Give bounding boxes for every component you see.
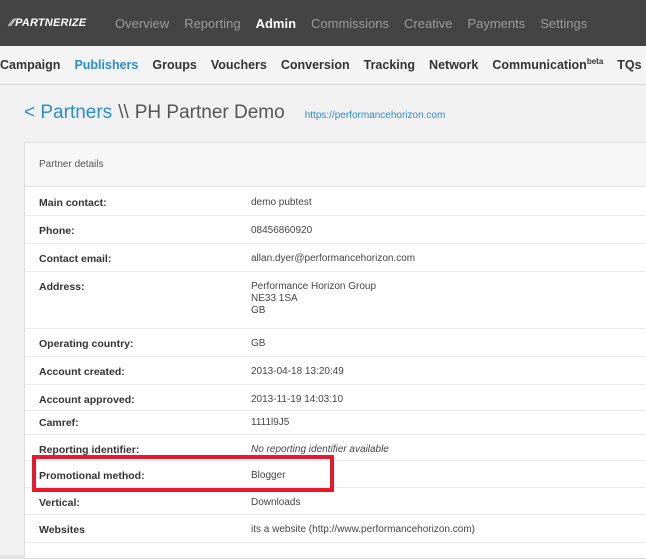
topnav-settings[interactable]: Settings: [540, 16, 587, 31]
subnav-vouchers[interactable]: Vouchers: [211, 58, 267, 72]
back-to-partners-link[interactable]: < Partners: [24, 102, 112, 124]
detail-value: Blogger: [251, 470, 286, 481]
detail-label: Phone:: [39, 225, 75, 237]
detail-row-camref: Camref: 1111l9J5: [25, 411, 646, 435]
detail-label: Vertical:: [39, 497, 80, 509]
address-line-3: GB: [251, 305, 266, 316]
detail-value: 2013-11-19 14:03:10: [251, 394, 344, 405]
subnav-campaign[interactable]: Campaign: [0, 58, 60, 72]
page-content: < Partners \\ PH Partner Demo https://pe…: [0, 85, 646, 559]
detail-value: allan.dyer@performancehorizon.com: [251, 253, 416, 264]
sub-navigation-bar: Campaign Publishers Groups Vouchers Conv…: [0, 46, 646, 85]
partner-details-list: Main contact: demo pubtest Phone: 084568…: [25, 188, 646, 543]
detail-row-phone: Phone: 08456860920: [25, 216, 646, 244]
detail-value: No reporting identifier available: [251, 444, 389, 455]
detail-value: 1111l9J5: [251, 417, 290, 428]
detail-value-address: Performance Horizon Group NE33 1SA GB: [251, 281, 376, 317]
topnav-overview[interactable]: Overview: [115, 16, 169, 31]
partnerize-logo-icon: ⁄⁄: [10, 17, 15, 29]
detail-label: Contact email:: [39, 253, 112, 265]
detail-row-account-created: Account created: 2013-04-18 13:20:49: [25, 357, 646, 385]
partnerize-logo[interactable]: ⁄⁄ PARTNERIZE: [10, 17, 102, 29]
subnav-groups[interactable]: Groups: [152, 58, 196, 72]
partner-website-link[interactable]: https://performancehorizon.com: [305, 110, 446, 121]
detail-label: Operating country:: [39, 338, 134, 350]
address-line-1: Performance Horizon Group: [251, 281, 377, 292]
subnav-publishers[interactable]: Publishers: [74, 58, 138, 72]
detail-row-operating-country: Operating country: GB: [25, 329, 646, 357]
top-nav: Overview Reporting Admin Commissions Cre…: [115, 16, 602, 31]
topnav-reporting[interactable]: Reporting: [184, 16, 240, 31]
topnav-admin[interactable]: Admin: [256, 16, 296, 31]
detail-row-address: Address: Performance Horizon Group NE33 …: [25, 272, 646, 329]
subnav-network[interactable]: Network: [429, 58, 478, 72]
detail-label: Account approved:: [39, 394, 135, 406]
topnav-creative[interactable]: Creative: [404, 16, 452, 31]
detail-value: its a website (http://www.performancehor…: [251, 524, 475, 535]
detail-row-reporting-identifier: Reporting identifier: No reporting ident…: [25, 435, 646, 461]
detail-row-account-approved: Account approved: 2013-11-19 14:03:10: [25, 385, 646, 411]
topnav-commissions[interactable]: Commissions: [311, 16, 389, 31]
detail-row-main-contact: Main contact: demo pubtest: [25, 188, 646, 216]
topnav-payments[interactable]: Payments: [467, 16, 525, 31]
detail-label: Reporting identifier:: [39, 444, 140, 456]
detail-value: Downloads: [251, 497, 301, 508]
detail-label: Websites: [39, 524, 85, 536]
detail-label: Address:: [39, 281, 85, 293]
detail-value: GB: [251, 338, 266, 349]
logo-text: PARTNERIZE: [15, 17, 87, 29]
detail-value: demo pubtest: [251, 197, 312, 208]
detail-row-websites: Websites its a website (http://www.perfo…: [25, 515, 646, 543]
heading-separator: \\: [118, 102, 129, 123]
page-title: PH Partner Demo: [134, 102, 285, 123]
panel-title: Partner details: [25, 143, 646, 187]
sub-nav: Campaign Publishers Groups Vouchers Conv…: [0, 57, 646, 72]
detail-row-vertical: Vertical: Downloads: [25, 488, 646, 515]
detail-value: 08456860920: [251, 225, 313, 236]
subnav-communication[interactable]: Communicationbeta: [492, 57, 603, 72]
detail-label: Promotional method:: [39, 470, 145, 482]
subnav-tqs[interactable]: TQs: [617, 58, 641, 72]
detail-row-contact-email: Contact email: allan.dyer@performancehor…: [25, 244, 646, 272]
detail-value: 2013-04-18 13:20:49: [251, 366, 344, 377]
detail-label: Account created:: [39, 366, 125, 378]
top-navigation-bar: ⁄⁄ PARTNERIZE Overview Reporting Admin C…: [0, 0, 646, 46]
detail-label: Camref:: [39, 417, 79, 429]
page-heading: < Partners \\ PH Partner Demo https://pe…: [24, 102, 445, 124]
subnav-tracking[interactable]: Tracking: [364, 58, 415, 72]
subnav-communication-label: Communication: [492, 58, 587, 73]
detail-row-promotional-method: Promotional method: Blogger: [25, 461, 646, 488]
partner-details-panel: Partner details Main contact: demo pubte…: [24, 142, 646, 559]
subnav-conversion[interactable]: Conversion: [281, 58, 350, 72]
detail-label: Main contact:: [39, 197, 107, 209]
address-line-2: NE33 1SA: [251, 293, 298, 304]
beta-badge: beta: [586, 57, 604, 67]
